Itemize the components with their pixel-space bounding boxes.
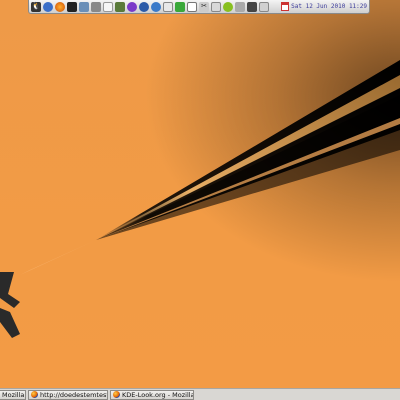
network-icon[interactable] [139,1,149,12]
package-icon[interactable] [223,1,233,12]
wallpaper-light-beam [20,60,400,275]
mail-icon[interactable] [163,1,173,12]
task-button[interactable]: KDE-Look.org - Mozilla Fire [110,389,194,400]
terminal-icon[interactable] [67,1,77,12]
taskbar: Mozilla Fire http://doedestemtest.sata K… [0,388,400,400]
document-icon[interactable] [187,1,197,12]
wrench-icon[interactable] [235,1,245,12]
monitor-icon[interactable] [115,1,125,12]
penguin-icon[interactable]: 🐧 [31,1,41,12]
image-icon[interactable] [211,1,221,12]
calendar-icon[interactable] [281,2,290,11]
taskbar-empty-area [196,390,400,400]
task-label: Mozilla Fire [2,390,25,399]
browser-icon[interactable] [151,1,161,12]
task-button[interactable]: Mozilla Fire [0,389,26,400]
chat-icon[interactable] [127,1,137,12]
firefox-icon[interactable] [55,1,65,12]
globe-icon[interactable] [43,1,53,12]
task-label: http://doedestemtest.sata [40,390,107,399]
task-label: KDE-Look.org - Mozilla Fire [122,390,194,399]
tree-icon[interactable] [175,1,185,12]
firefox-icon [113,391,120,398]
file-manager-icon[interactable] [79,1,89,12]
top-panel: 🐧 ✂ Sat 12 Jun 2010 11:29 [28,0,370,14]
text-editor-icon[interactable] [103,1,113,12]
scissors-icon[interactable]: ✂ [199,1,209,12]
task-button[interactable]: http://doedestemtest.sata [28,389,108,400]
firefox-icon [31,391,38,398]
clipboard-icon[interactable] [259,1,269,12]
settings-icon[interactable] [91,1,101,12]
kde-logo-fragment [0,272,20,338]
clock-text[interactable]: Sat 12 Jun 2010 11:29 [291,3,367,10]
camera-icon[interactable] [247,1,257,12]
system-tray: Sat 12 Jun 2010 11:29 [281,2,367,11]
